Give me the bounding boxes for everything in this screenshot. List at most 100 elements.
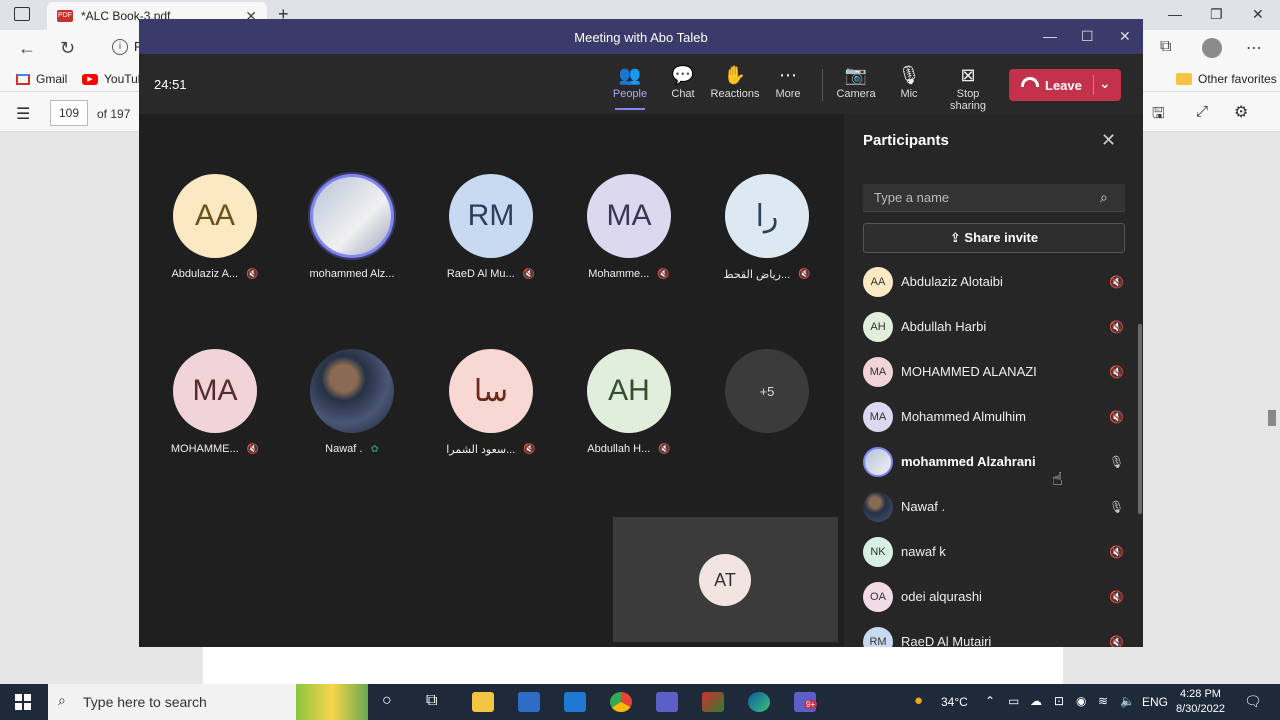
tile-name: سعود الشمرا... [446, 444, 516, 456]
teams-meeting-icon[interactable]: 9+ [794, 692, 818, 712]
bookmark-youtube[interactable]: ▶ YouTub [82, 72, 144, 86]
list-item[interactable]: RM RaeD Al Mutairi 🔇 [863, 619, 1125, 647]
cloud-icon[interactable]: ☁ [1030, 694, 1042, 708]
camera-tray-icon[interactable]: ◉ [1076, 694, 1086, 708]
minimize-icon[interactable]: — [1043, 28, 1057, 44]
info-icon[interactable]: i [112, 39, 128, 55]
mic-off-icon: 🔇 [1109, 409, 1124, 424]
fullscreen-icon[interactable]: ⤢ [1196, 103, 1208, 120]
participant-name: mohammed Alzahrani [901, 454, 1036, 469]
participant-tile[interactable]: AH Abdullah H... 🔇 [569, 349, 689, 455]
network-icon[interactable]: ⊡ [1054, 694, 1064, 708]
avatar-photo [310, 349, 394, 433]
avatar-photo [863, 446, 893, 477]
participant-tile[interactable]: سا سعود الشمرا... 🔇 [431, 349, 551, 456]
file-explorer-icon[interactable] [472, 692, 494, 712]
edge-icon[interactable] [748, 692, 770, 712]
teams-icon[interactable] [656, 692, 678, 712]
stop-sharing-button[interactable]: ⊠ Stop sharing [938, 64, 998, 112]
cortana-icon[interactable]: ○ [382, 692, 392, 710]
volume-icon[interactable]: 🔈 [1120, 694, 1135, 708]
reactions-button[interactable]: ✋ Reactions [705, 64, 765, 100]
gmail-icon [16, 73, 30, 85]
settings-icon[interactable]: ⚙ [1234, 102, 1248, 122]
avatar: سا [449, 349, 533, 433]
minimize-icon[interactable]: — [1168, 6, 1182, 22]
participant-tile[interactable]: MA Mohamme... 🔇 [569, 174, 689, 280]
search-icon[interactable]: ⌕ [1100, 189, 1108, 206]
maximize-icon[interactable]: ☐ [1081, 28, 1094, 45]
restore-icon[interactable]: ❐ [1210, 6, 1223, 23]
tile-name: Nawaf . [325, 443, 363, 455]
close-window-icon[interactable]: ✕ [1252, 6, 1264, 23]
list-item[interactable]: NK nawaf k 🔇 [863, 529, 1125, 574]
save-icon[interactable]: 🖫 [1152, 103, 1165, 128]
participant-name: Abdullah Harbi [901, 319, 987, 334]
windows-start-icon[interactable] [15, 694, 31, 710]
participant-search-input[interactable] [863, 184, 1125, 212]
tab-actions-icon[interactable] [14, 7, 30, 21]
bookmark-other-favorites[interactable]: Other favorites [1176, 72, 1277, 86]
participant-tile[interactable]: MA MOHAMME... 🔇 [155, 349, 275, 455]
avatar: AH [863, 311, 893, 342]
participant-tile[interactable]: Nawaf . ✿ [292, 349, 412, 455]
participant-list-scrollbar[interactable] [1138, 324, 1142, 514]
participant-tile[interactable]: RM RaeD Al Mu... 🔇 [431, 174, 551, 280]
mic-off-icon: 🔇 [1109, 364, 1124, 379]
mic-icon: 🎙 [1109, 499, 1125, 514]
close-icon[interactable]: ✕ [1101, 130, 1116, 151]
close-icon[interactable]: ✕ [1119, 28, 1131, 45]
temperature[interactable]: 34°C [941, 695, 968, 709]
language-indicator[interactable]: ENG [1142, 695, 1168, 709]
app-icon[interactable] [702, 692, 724, 712]
pdf-scrollbar[interactable] [1268, 410, 1276, 426]
avatar: AA [863, 266, 893, 297]
notification-badge: 9+ [804, 700, 818, 709]
people-button[interactable]: 👥 People [600, 64, 660, 110]
refresh-icon[interactable]: ↻ [60, 38, 75, 59]
list-item[interactable]: MA Mohammed Almulhim 🔇 [863, 394, 1125, 439]
self-avatar: AT [699, 554, 751, 606]
battery-icon[interactable]: ▭ [1008, 694, 1019, 708]
self-video-preview[interactable]: AT [613, 517, 838, 642]
participant-tile[interactable]: را رياض القحط... 🔇 [707, 174, 827, 281]
more-participants-tile[interactable]: +5 [707, 349, 827, 433]
chat-button[interactable]: 💬 Chat [653, 64, 713, 100]
clock-time: 4:28 PM [1179, 688, 1221, 700]
list-item-speaking[interactable]: mohammed Alzahrani 🎙 [863, 439, 1125, 484]
participant-tile-active-speaker[interactable]: mohammed Alz... [292, 174, 412, 280]
mail-icon[interactable] [564, 692, 586, 712]
list-item[interactable]: OA odei alqurashi 🔇 [863, 574, 1125, 619]
bookmark-gmail[interactable]: Gmail [16, 72, 67, 86]
mic-off-icon: 🔇 [246, 268, 259, 280]
collections-icon[interactable]: ⧉ [1160, 38, 1178, 56]
weather-icon[interactable]: ● [914, 692, 923, 709]
chrome-icon[interactable] [610, 692, 632, 712]
notifications-icon[interactable]: 🗨 [1244, 693, 1262, 710]
clock[interactable]: 4:28 PM 8/30/2022 [1176, 687, 1225, 717]
list-item[interactable]: Nawaf . 🎙 [863, 484, 1125, 529]
contents-icon[interactable]: ☰ [16, 104, 30, 124]
chevron-up-icon[interactable]: ⌃ [985, 694, 995, 708]
share-invite-button[interactable]: ⇪ Share invite [863, 223, 1125, 253]
avatar: NK [863, 536, 893, 567]
participant-name: Nawaf . [901, 499, 946, 514]
menu-dots-icon[interactable]: ⋯ [1246, 38, 1264, 57]
profile-avatar[interactable] [1202, 38, 1222, 58]
list-item[interactable]: AA Abdulaziz Alotaibi 🔇 [863, 259, 1125, 304]
store-icon[interactable] [518, 692, 540, 712]
list-item[interactable]: AH Abdullah Harbi 🔇 [863, 304, 1125, 349]
more-button[interactable]: ⋯ More [758, 64, 818, 100]
chevron-down-icon[interactable]: ⌄ [1099, 75, 1111, 92]
mic-button[interactable]: 🎙 Mic [879, 64, 939, 100]
list-item[interactable]: MA MOHAMMED ALANAZI 🔇 [863, 349, 1125, 394]
participant-tile[interactable]: AA Abdulaziz A... 🔇 [155, 174, 275, 280]
leave-button[interactable]: Leave ⌄ [1009, 69, 1121, 101]
page-number-input[interactable]: 109 [50, 100, 88, 126]
back-icon[interactable]: ← [18, 38, 36, 59]
mic-off-icon: 🔇 [658, 443, 671, 455]
task-view-icon[interactable]: ⧉ [426, 692, 437, 710]
taskbar-search[interactable]: ⌕ Type here to search [48, 684, 368, 720]
camera-button[interactable]: 📷 Camera [826, 64, 886, 100]
wifi-icon[interactable]: ≋ [1098, 694, 1108, 708]
